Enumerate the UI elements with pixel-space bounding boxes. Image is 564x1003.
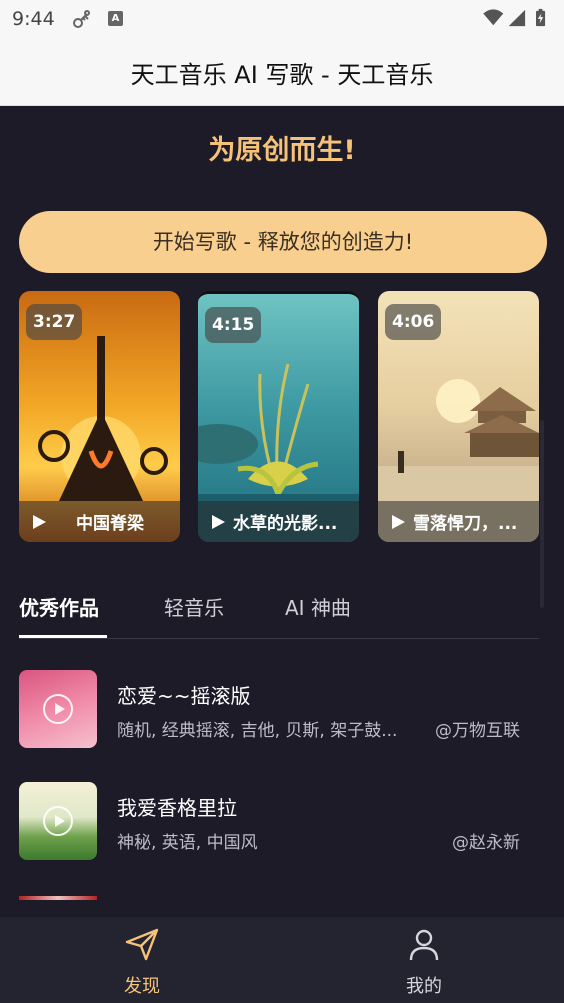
song-cover (19, 670, 97, 748)
play-icon[interactable] (212, 514, 225, 529)
signal-icon (508, 9, 526, 27)
start-writing-button[interactable]: 开始写歌 - 释放您的创造力! (19, 211, 547, 273)
song-tags: 神秘, 英语, 中国风 (117, 833, 258, 853)
key-icon (73, 10, 90, 28)
card-caption: 雪落悍刀，... (378, 501, 539, 542)
a-icon: A (108, 11, 123, 26)
featured-card[interactable]: 3:27 中国脊梁 (19, 291, 180, 542)
nav-label: 我的 (406, 976, 442, 997)
list-item[interactable]: 我爱香格里拉 神秘, 英语, 中国风 @赵永新 (19, 782, 539, 862)
card-caption: 中国脊梁 (19, 501, 180, 542)
duration-badge: 4:15 (205, 307, 262, 343)
page-title: 天工音乐 AI 写歌 - 天工音乐 (130, 61, 434, 89)
system-status-icons (483, 8, 546, 27)
song-author[interactable]: @万物互联 (435, 716, 520, 741)
play-circle-icon[interactable] (43, 694, 73, 724)
category-tabs: 优秀作品 轻音乐 AI 神曲 (19, 586, 539, 639)
status-time: 9:44 (12, 8, 55, 30)
bottom-navigation: 发现 我的 (0, 917, 564, 1003)
song-author[interactable]: @赵永新 (452, 828, 520, 853)
song-title: 恋爱~~摇滚版 (117, 684, 251, 708)
app-title-bar: 天工音乐 AI 写歌 - 天工音乐 (0, 38, 564, 106)
active-tab-indicator (19, 635, 107, 638)
send-icon (125, 928, 159, 961)
slogan: 为原创而生! (208, 135, 356, 166)
song-tags: 随机, 经典摇滚, 吉他, 贝斯, 架子鼓... (117, 721, 398, 741)
card-title: 雪落悍刀，... (413, 514, 518, 534)
scrollbar[interactable] (540, 420, 544, 608)
featured-card[interactable]: 4:06 雪落悍刀，... (378, 291, 539, 542)
card-title: 中国脊梁 (76, 514, 144, 534)
nav-label: 发现 (124, 976, 160, 997)
battery-icon (536, 8, 546, 27)
song-cover (19, 782, 97, 860)
duration-badge: 3:27 (26, 304, 83, 340)
nav-discover[interactable]: 发现 (92, 917, 192, 1003)
duration-badge: 4:06 (385, 304, 442, 340)
song-title: 我爱香格里拉 (117, 796, 237, 820)
user-icon (409, 929, 439, 961)
status-bar: 9:44 A (0, 0, 564, 38)
tab-light-music[interactable]: 轻音乐 (164, 592, 224, 621)
tab-ai-hits[interactable]: AI 神曲 (285, 592, 351, 621)
wifi-icon (483, 9, 504, 26)
play-icon[interactable] (33, 514, 46, 529)
tab-excellent-works[interactable]: 优秀作品 (19, 592, 99, 621)
partial-song-cover (19, 896, 97, 900)
play-icon[interactable] (392, 514, 405, 529)
play-circle-icon[interactable] (43, 806, 73, 836)
featured-card[interactable]: 4:15 水草的光影... (198, 291, 359, 542)
card-title: 水草的光影... (233, 514, 338, 534)
card-caption: 水草的光影... (198, 501, 359, 542)
nav-mine[interactable]: 我的 (374, 917, 474, 1003)
list-item[interactable]: 恋爱~~摇滚版 随机, 经典摇滚, 吉他, 贝斯, 架子鼓... @万物互联 (19, 670, 539, 750)
